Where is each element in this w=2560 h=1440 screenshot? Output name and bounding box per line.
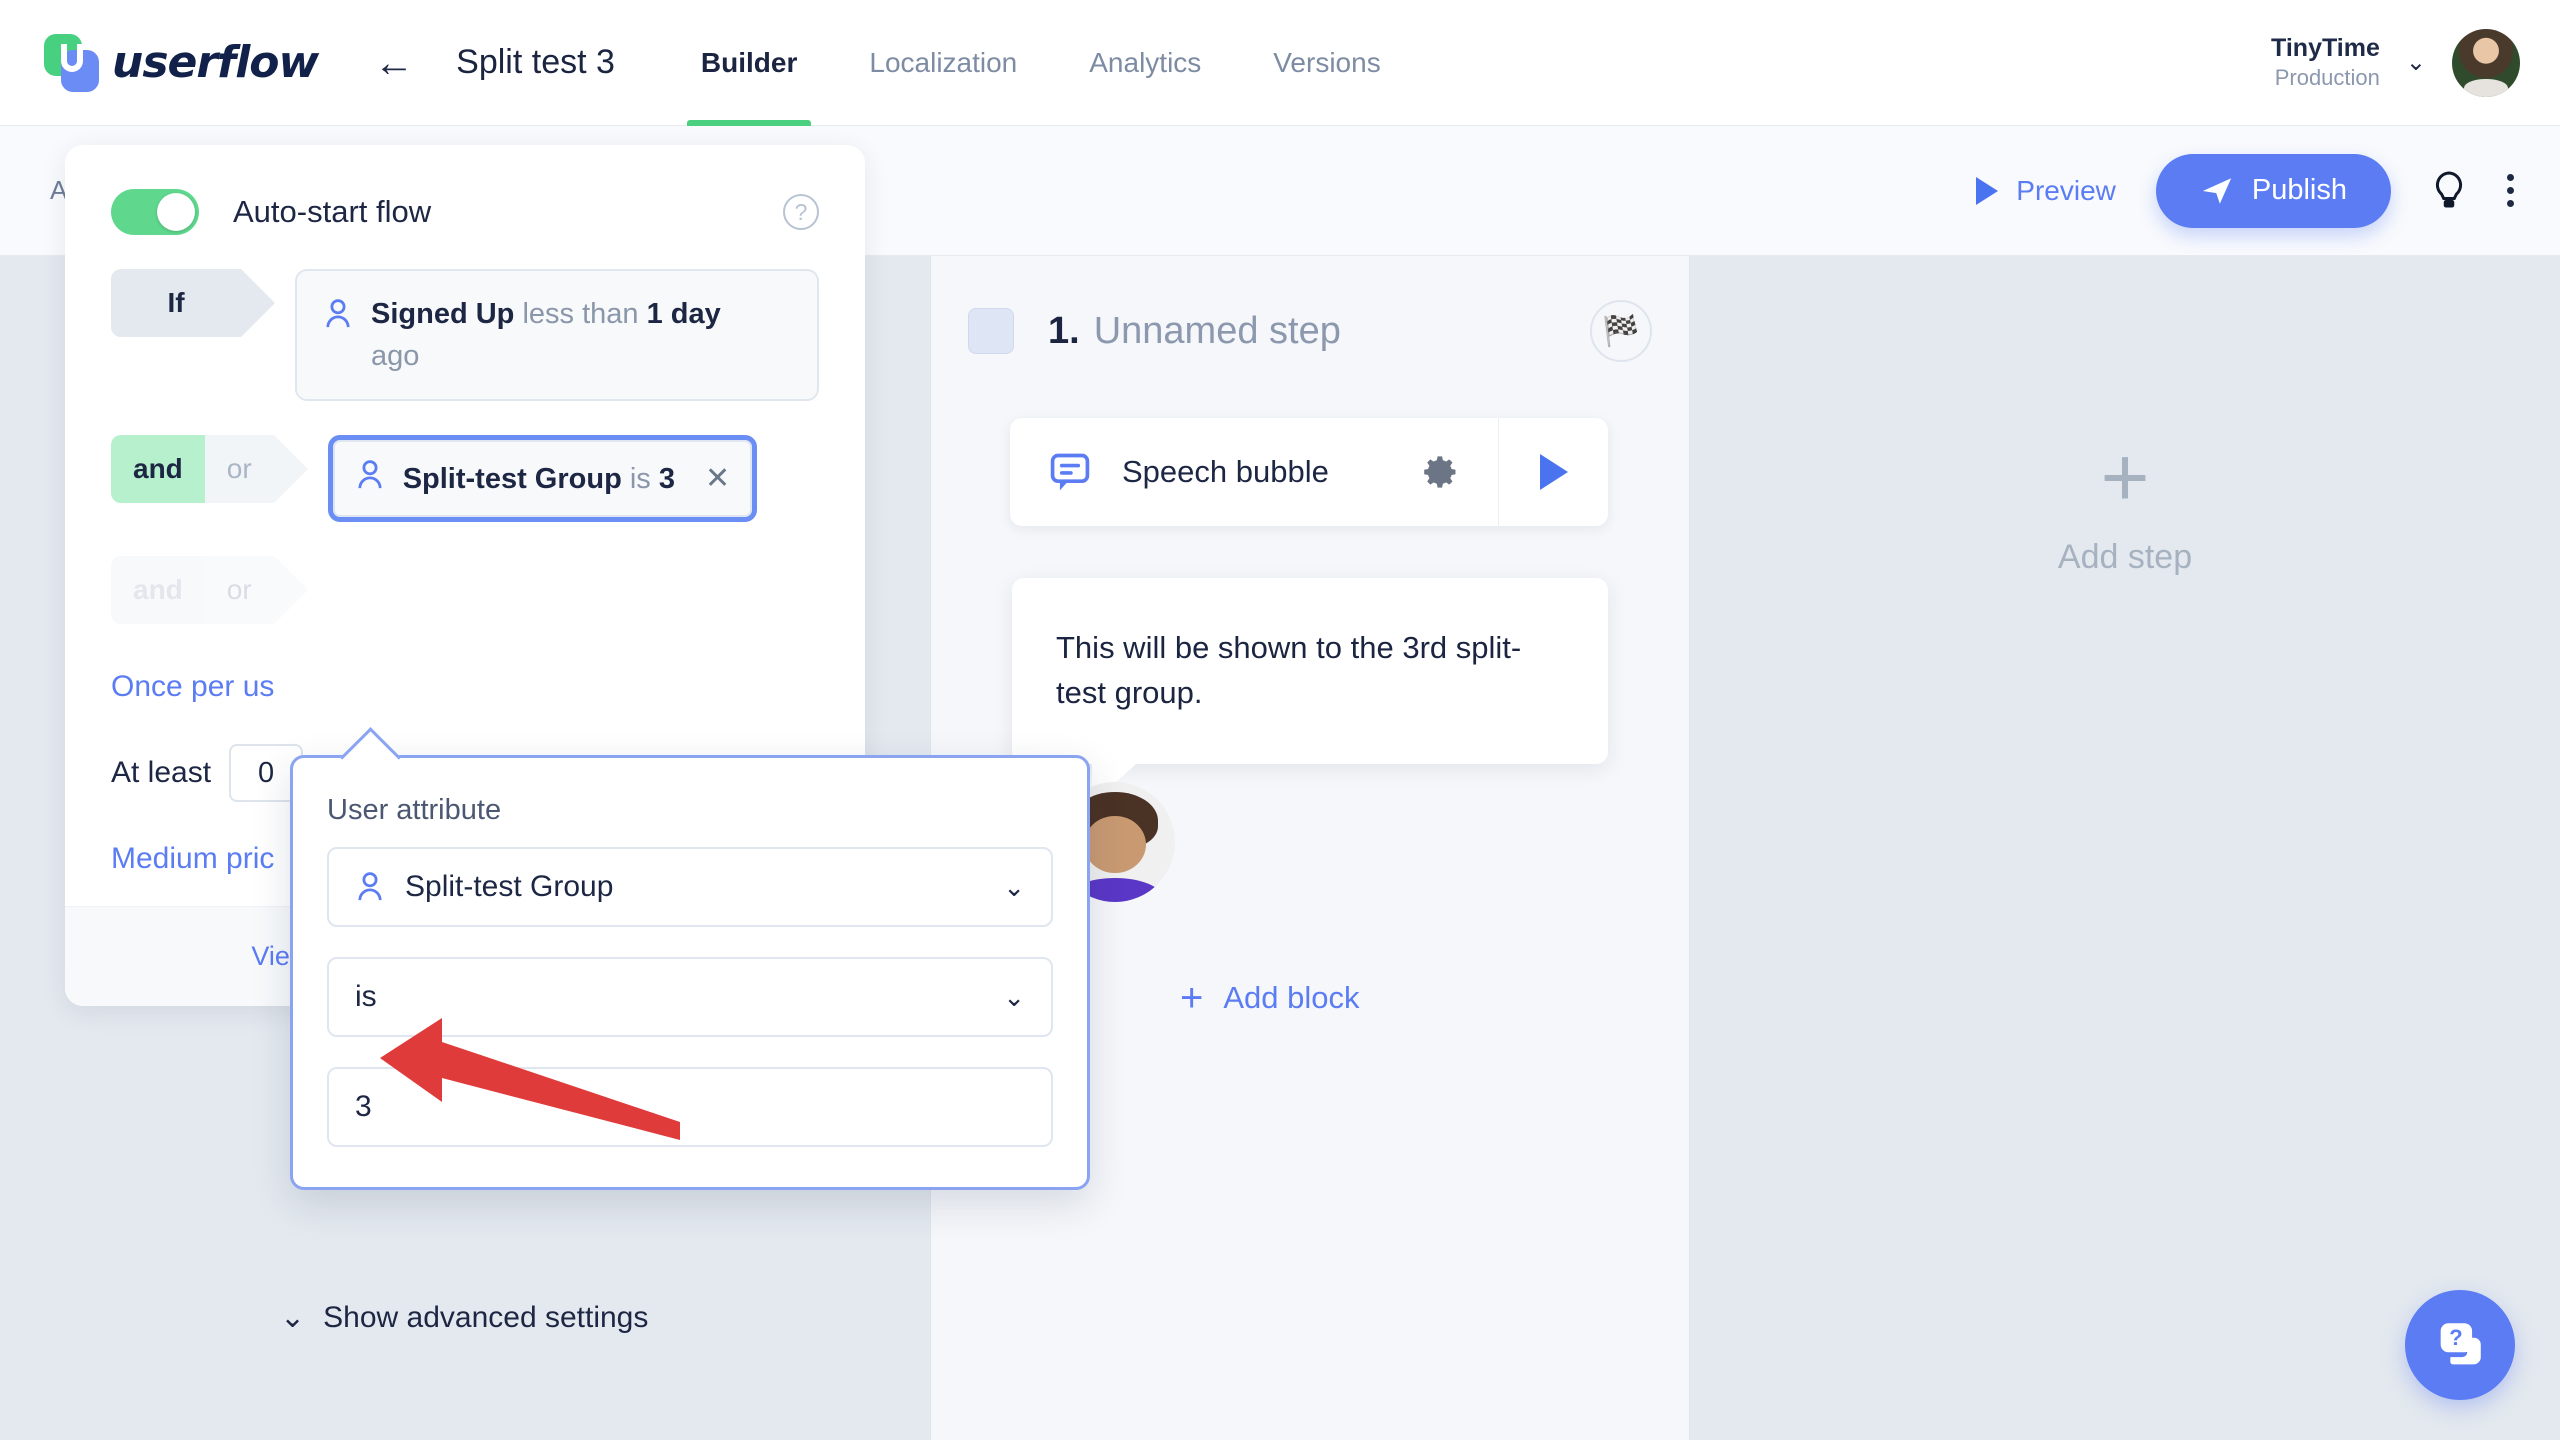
toolbar-actions: Preview Publish xyxy=(1976,153,2514,228)
user-icon xyxy=(355,871,385,903)
and-or-chip[interactable]: and or xyxy=(111,435,308,504)
publish-label: Publish xyxy=(2251,174,2347,206)
workspace-selector[interactable]: TinyTime Production xyxy=(2271,33,2380,92)
chevron-down-icon[interactable]: ⌄ xyxy=(2406,48,2426,77)
plus-icon: + xyxy=(1180,976,1204,1020)
toggle-knob xyxy=(157,193,195,231)
attribute-select[interactable]: Split-test Group ⌄ xyxy=(327,847,1053,927)
svg-text:?: ? xyxy=(2449,1325,2463,1350)
frequency-link[interactable]: Once per us xyxy=(111,670,819,704)
preview-block-button[interactable] xyxy=(1498,418,1608,526)
userflow-logo[interactable]: userflow xyxy=(44,33,319,92)
user-avatar[interactable] xyxy=(2452,28,2520,97)
and-option-disabled: and xyxy=(111,556,205,625)
speech-bubble-block[interactable]: Speech bubble xyxy=(1010,418,1608,526)
nav-right-group: TinyTime Production ⌄ xyxy=(2271,28,2520,97)
or-option[interactable]: or xyxy=(205,453,274,485)
preview-button[interactable]: Preview xyxy=(1976,175,2116,207)
lightbulb-icon[interactable] xyxy=(2431,170,2467,212)
auto-start-row: Auto-start flow ? xyxy=(111,189,819,235)
value-input-wrapper[interactable]: 3 xyxy=(327,1067,1053,1147)
condition-row-empty: and or xyxy=(111,556,819,625)
condition-split-test-group[interactable]: Split-test Group is 3 ✕ xyxy=(327,435,758,523)
attribute-select-value: Split-test Group xyxy=(405,870,614,903)
more-options-icon[interactable] xyxy=(2507,174,2514,207)
operator-select[interactable]: is ⌄ xyxy=(327,957,1053,1037)
userflow-logo-text: userflow xyxy=(112,37,319,88)
userflow-logo-icon xyxy=(44,33,100,92)
auto-start-toggle[interactable] xyxy=(111,189,199,235)
workspace-environment: Production xyxy=(2274,65,2380,91)
advanced-settings-label: Show advanced settings xyxy=(323,1300,649,1334)
chevron-down-icon: ⌄ xyxy=(1003,871,1025,902)
selected-operator: is xyxy=(629,462,651,495)
user-icon xyxy=(323,298,353,342)
step-checkbox[interactable] xyxy=(968,308,1014,354)
page-title: Split test 3 xyxy=(456,43,615,81)
add-step-button[interactable]: + Add step xyxy=(1690,430,2560,577)
show-advanced-settings[interactable]: ⌄ Show advanced settings xyxy=(280,1300,648,1335)
selected-attribute: Split-test Group xyxy=(402,462,622,495)
tab-localization[interactable]: Localization xyxy=(833,0,1053,126)
operator-select-value: is xyxy=(355,980,377,1013)
auto-start-label: Auto-start flow xyxy=(233,194,432,229)
tab-versions[interactable]: Versions xyxy=(1237,0,1416,126)
help-launcher-button[interactable]: ? xyxy=(2405,1290,2515,1400)
play-icon xyxy=(1539,454,1568,490)
tab-analytics[interactable]: Analytics xyxy=(1053,0,1237,126)
if-chip: If xyxy=(111,269,275,337)
attribute-editor-popover: User attribute Split-test Group ⌄ is ⌄ 3 xyxy=(290,755,1090,1190)
add-block-button[interactable]: + Add block xyxy=(1180,976,1360,1020)
play-icon xyxy=(1976,176,1999,205)
condition-row-if: If Signed Up less than 1 day ago xyxy=(111,269,819,402)
speech-bubble-preview: This will be shown to the 3rd split-test… xyxy=(1012,578,1608,804)
top-navigation: userflow ← Split test 3 Builder Localiza… xyxy=(0,0,2560,126)
step-name[interactable]: Unnamed step xyxy=(1094,310,1341,353)
selected-value: 3 xyxy=(658,462,676,495)
back-arrow-icon[interactable]: ← xyxy=(374,43,414,83)
and-or-chip-disabled[interactable]: and or xyxy=(111,556,308,625)
workspace-name: TinyTime xyxy=(2271,34,2380,63)
tab-builder[interactable]: Builder xyxy=(665,0,833,126)
app-root: userflow ← Split test 3 Builder Localiza… xyxy=(0,0,2560,1440)
help-icon[interactable]: ? xyxy=(783,194,819,230)
or-option-disabled: or xyxy=(226,574,252,606)
chevron-down-icon: ⌄ xyxy=(1003,981,1025,1012)
send-icon xyxy=(2202,177,2232,204)
plus-icon: + xyxy=(2100,430,2150,524)
finish-flag-icon[interactable]: 🏁 xyxy=(1590,300,1652,362)
gear-icon[interactable] xyxy=(1422,453,1460,491)
condition-signed-up[interactable]: Signed Up less than 1 day ago xyxy=(295,269,819,402)
help-icon: ? xyxy=(2440,1323,2481,1365)
preview-label: Preview xyxy=(2016,174,2116,206)
close-icon[interactable]: ✕ xyxy=(705,457,730,501)
add-block-label: Add block xyxy=(1223,980,1360,1015)
condition-row-split-test: and or Split-test Group is 3 ✕ xyxy=(111,435,819,523)
speech-bubble-label: Speech bubble xyxy=(1122,454,1329,489)
popover-title: User attribute xyxy=(327,794,502,826)
nav-tabs: Builder Localization Analytics Versions xyxy=(665,0,1417,126)
at-least-label: At least xyxy=(111,756,212,790)
publish-button[interactable]: Publish xyxy=(2155,153,2391,228)
speech-bubble-icon xyxy=(1048,450,1092,494)
step-header: 1. Unnamed step 🏁 xyxy=(930,300,1690,362)
step-number: 1. xyxy=(1048,309,1080,352)
add-step-label: Add step xyxy=(2057,537,2193,576)
and-option[interactable]: and xyxy=(111,435,205,504)
condition-signed-up-text: Signed Up less than 1 day ago xyxy=(371,298,721,373)
user-icon xyxy=(355,459,385,503)
chevron-down-icon: ⌄ xyxy=(280,1301,306,1334)
value-input[interactable]: 3 xyxy=(355,1090,372,1124)
